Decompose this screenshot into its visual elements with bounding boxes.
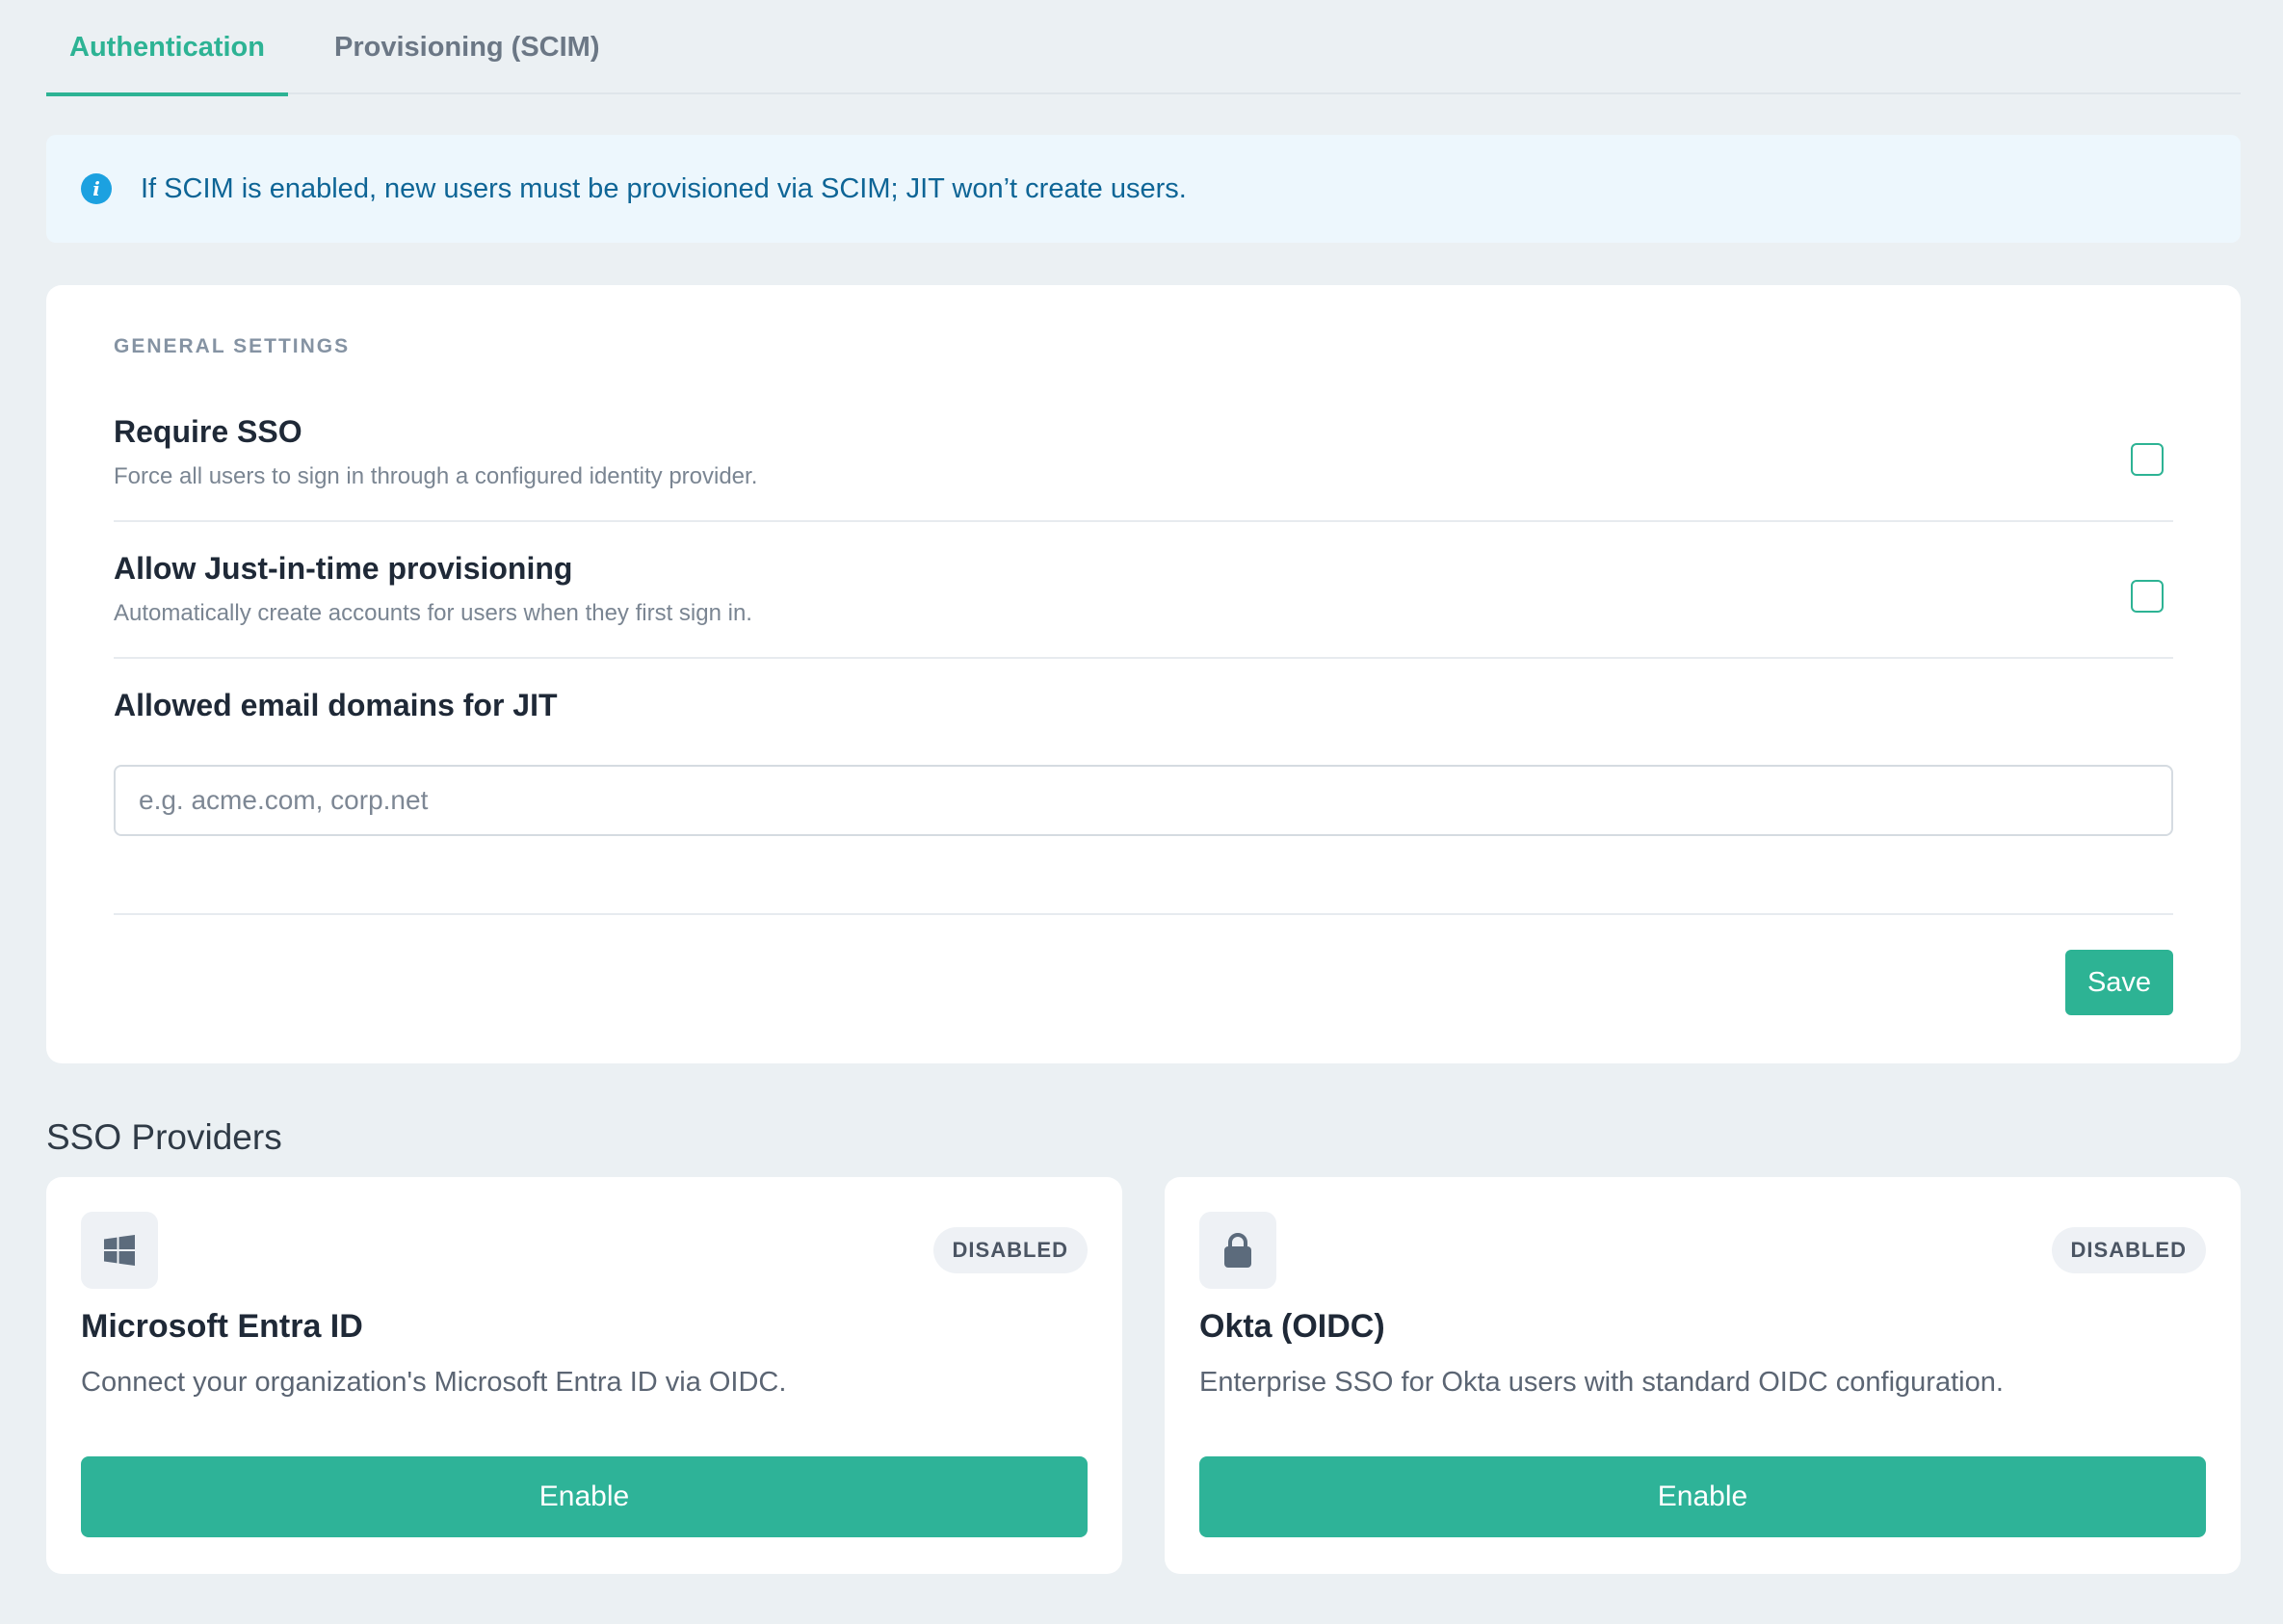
require-sso-checkbox[interactable] bbox=[2131, 443, 2164, 476]
windows-icon bbox=[81, 1212, 158, 1289]
enable-microsoft-entra-id-button[interactable]: Enable bbox=[81, 1456, 1088, 1537]
lock-icon bbox=[1199, 1212, 1276, 1289]
save-button[interactable]: Save bbox=[2065, 950, 2173, 1015]
provider-description: Enterprise SSO for Okta users with stand… bbox=[1199, 1367, 2004, 1398]
enable-okta-oidc-button[interactable]: Enable bbox=[1199, 1456, 2206, 1537]
sso-providers-heading: SSO Providers bbox=[46, 1117, 282, 1157]
info-banner: i If SCIM is enabled, new users must be … bbox=[46, 135, 2241, 243]
provider-description: Connect your organization's Microsoft En… bbox=[81, 1367, 787, 1398]
section-label: GENERAL SETTINGS bbox=[114, 335, 351, 357]
jit-provisioning-row: Allow Just-in-time provisioning Automati… bbox=[114, 551, 2173, 659]
jit-provisioning-description: Automatically create accounts for users … bbox=[114, 600, 752, 626]
status-badge: DISABLED bbox=[2051, 1227, 2206, 1273]
info-icon: i bbox=[81, 173, 112, 204]
allowed-domains-input[interactable] bbox=[114, 765, 2173, 836]
status-badge: DISABLED bbox=[932, 1227, 1088, 1273]
sso-providers-list: DISABLED Microsoft Entra ID Connect your… bbox=[46, 1177, 2241, 1574]
tab-provisioning-scim[interactable]: Provisioning (SCIM) bbox=[311, 0, 623, 94]
general-settings-card: GENERAL SETTINGS Require SSO Force all u… bbox=[46, 285, 2241, 1063]
require-sso-title: Require SSO bbox=[114, 414, 302, 449]
divider bbox=[114, 913, 2173, 915]
jit-provisioning-checkbox[interactable] bbox=[2131, 580, 2164, 613]
provider-name: Microsoft Entra ID bbox=[81, 1308, 363, 1345]
jit-provisioning-title: Allow Just-in-time provisioning bbox=[114, 551, 573, 586]
allowed-domains-label: Allowed email domains for JIT bbox=[114, 688, 558, 722]
settings-tabs: Authentication Provisioning (SCIM) bbox=[46, 0, 2241, 96]
require-sso-description: Force all users to sign in through a con… bbox=[114, 463, 758, 489]
tab-authentication[interactable]: Authentication bbox=[46, 0, 288, 96]
provider-card-okta-oidc: DISABLED Okta (OIDC) Enterprise SSO for … bbox=[1165, 1177, 2241, 1574]
require-sso-row: Require SSO Force all users to sign in t… bbox=[114, 414, 2173, 522]
provider-card-microsoft-entra-id: DISABLED Microsoft Entra ID Connect your… bbox=[46, 1177, 1122, 1574]
provider-name: Okta (OIDC) bbox=[1199, 1308, 1385, 1345]
sso-settings-page: Authentication Provisioning (SCIM) i If … bbox=[46, 0, 2241, 1574]
info-banner-text: If SCIM is enabled, new users must be pr… bbox=[141, 172, 1187, 204]
